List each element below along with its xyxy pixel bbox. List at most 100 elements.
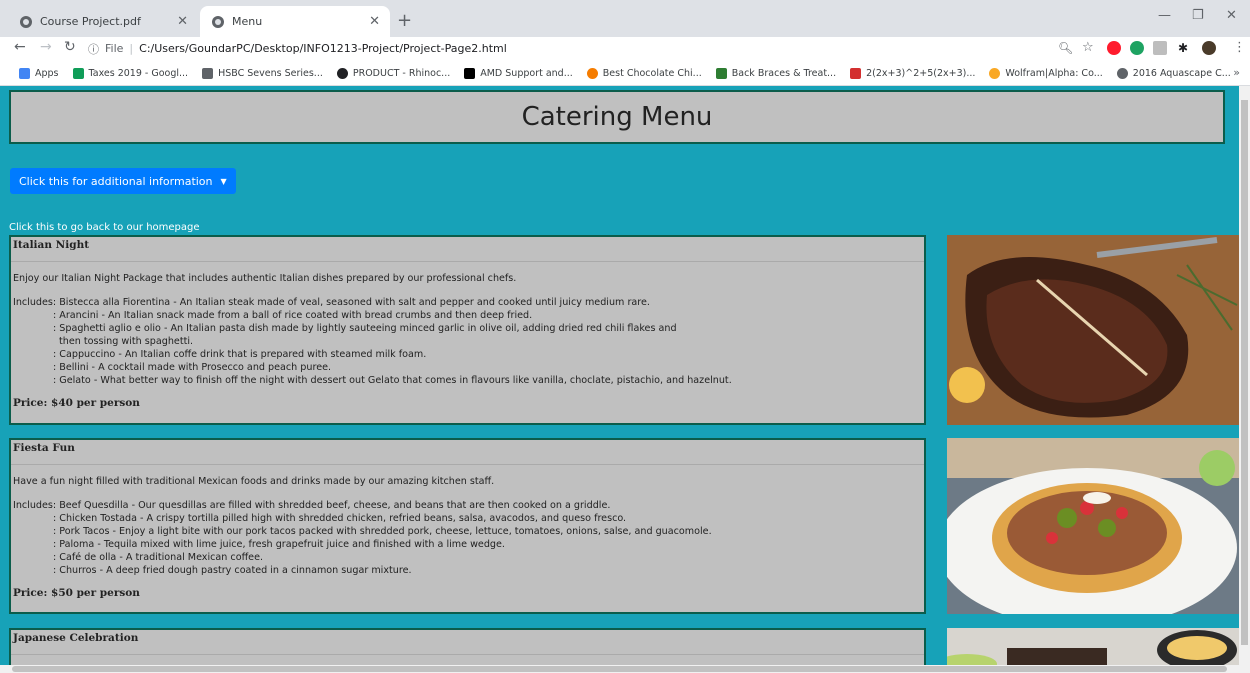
bookmark-item[interactable]: Taxes 2019 - Googl... [72,67,188,79]
globe-icon [212,15,224,28]
cookie-icon [586,67,598,79]
symbolab-icon [850,67,862,79]
menu-card-description: Have a fun night filled with traditional… [13,476,495,487]
grilled-steak-illustration [947,235,1239,425]
star-icon[interactable]: ☆ [1082,40,1094,55]
includes-line: : Churros - A deep fried dough pastry co… [53,565,412,576]
scrollbar-thumb[interactable] [1241,100,1248,645]
bookmark-label: HSBC Sevens Series... [218,67,323,79]
address-bar[interactable]: ⓘ File | C:/Users/GoundarPC/Desktop/INFO… [88,38,1098,59]
tostada-image [947,438,1239,614]
menu-card-japanese-celebration: Japanese Celebration [9,628,926,665]
includes-line: then tossing with spaghetti. [59,336,194,347]
opera-extension-icon[interactable] [1107,41,1121,55]
reload-icon[interactable]: ↻ [64,39,76,55]
scrollbar-thumb[interactable] [12,666,1227,672]
includes-line: : Paloma - Tequila mixed with lime juice… [53,539,505,550]
menu-card-price: Price: $40 per person [13,397,140,409]
info-icon[interactable]: ⓘ [88,41,99,57]
bookmark-label: 2016 Aquascape C... [1132,67,1231,79]
menu-card-includes: Includes: Beef Quesdilla - Our quesdilla… [11,487,924,577]
check-extension-icon[interactable] [1130,41,1144,55]
grilled-steak-image [947,235,1239,425]
bookmark-label: 2(2x+3)^2+5(2x+3)... [866,67,976,79]
bookmark-label: Wolfram|Alpha: Co... [1005,67,1103,79]
bookmark-label: Apps [35,67,59,79]
menu-card-fiesta-fun: Fiesta Fun Have a fun night filled with … [9,438,926,614]
spine-icon [715,67,727,79]
includes-line: : Arancini - An Italian snack made from … [53,310,533,321]
forward-icon[interactable]: → [40,39,52,55]
includes-line: : Pork Tacos - Enjoy a light bite with o… [53,526,712,537]
zoom-icon[interactable]: 🔍︎ [1058,41,1073,55]
includes-line: : Chicken Tostada - A crispy tortilla pi… [53,513,627,524]
tostada-illustration [947,438,1239,614]
japanese-dish-illustration [947,628,1239,665]
tab-course-project[interactable]: Course Project.pdf ✕ [8,6,198,37]
includes-line: : Bellini - A cocktail made with Prosecc… [53,362,332,373]
extension-icon[interactable] [1153,41,1167,55]
globe-icon [1116,67,1128,79]
homepage-link[interactable]: Click this to go back to our homepage [9,222,200,233]
menu-card-includes: Includes: Bistecca alla Fiorentina - An … [11,284,924,387]
tab-strip: Course Project.pdf ✕ Menu ✕ + — ❐ ✕ [0,0,1250,37]
bookmark-apps[interactable]: Apps [19,67,59,79]
bookmark-label: Back Braces & Treat... [731,67,837,79]
bookmarks-bar: Apps Taxes 2019 - Googl... HSBC Sevens S… [0,61,1250,86]
tab-title: Menu [232,15,263,28]
bookmark-label: Best Chocolate Chi... [602,67,702,79]
menu-card-italian-night: Italian Night Enjoy our Italian Night Pa… [9,235,926,425]
avatar[interactable] [1202,41,1216,55]
browser-toolbar: ← → ↻ ⓘ File | C:/Users/GoundarPC/Deskto… [0,37,1250,61]
bookmark-label: PRODUCT - Rhinoc... [352,67,451,79]
bookmark-label: AMD Support and... [480,67,573,79]
restore-icon[interactable]: ❐ [1192,8,1204,23]
bookmark-item[interactable]: Best Chocolate Chi... [586,67,702,79]
page-header: Catering Menu [9,90,1225,144]
includes-line: : Gelato - What better way to finish off… [53,375,732,386]
bookmark-item[interactable]: HSBC Sevens Series... [202,67,323,79]
vertical-scrollbar[interactable] [1239,86,1250,665]
menu-card-description: Enjoy our Italian Night Package that inc… [13,273,517,284]
chevron-more-icon[interactable]: » [1233,66,1240,79]
bookmark-item[interactable]: 2(2x+3)^2+5(2x+3)... [850,67,976,79]
new-tab-icon[interactable]: + [397,10,412,31]
menu-dots-icon[interactable]: ⋮ [1233,40,1246,55]
bookmark-item[interactable]: PRODUCT - Rhinoc... [336,67,451,79]
wolfram-icon [989,67,1001,79]
menu-card-title: Japanese Celebration [11,630,924,655]
menu-card-title: Italian Night [11,237,924,262]
back-icon[interactable]: ← [14,39,26,55]
includes-line: : Cappuccino - An Italian coffe drink th… [53,349,427,360]
hsbc-icon [202,67,214,79]
page-viewport: Catering Menu Click this for additional … [0,86,1239,665]
bookmark-item[interactable]: 2016 Aquascape C... [1116,67,1231,79]
additional-info-dropdown-button[interactable]: Click this for additional information ▼ [10,168,236,194]
puzzle-icon[interactable]: ✱ [1178,41,1188,55]
minimize-icon[interactable]: — [1158,8,1171,23]
sheets-icon [72,67,84,79]
amd-icon [464,67,476,79]
tab-menu[interactable]: Menu ✕ [200,6,390,37]
rhino-icon [336,67,348,79]
bookmark-item[interactable]: AMD Support and... [464,67,573,79]
globe-icon [20,15,32,28]
bookmark-item[interactable]: Wolfram|Alpha: Co... [989,67,1103,79]
japanese-dish-image [947,628,1239,665]
apps-grid-icon [19,67,30,79]
horizontal-scrollbar[interactable] [0,665,1250,673]
close-icon[interactable]: ✕ [177,14,188,29]
close-icon[interactable]: ✕ [369,14,380,29]
includes-line: : Spaghetti aglio e olio - An Italian pa… [53,323,677,334]
page-title: Catering Menu [521,102,713,132]
caret-down-icon: ▼ [220,176,227,186]
bookmark-item[interactable]: Back Braces & Treat... [715,67,837,79]
menu-card-title: Fiesta Fun [11,440,924,465]
window-close-icon[interactable]: ✕ [1226,8,1237,23]
includes-line: Includes: Beef Quesdilla - Our quesdilla… [13,500,611,511]
url-text: C:/Users/GoundarPC/Desktop/INFO1213-Proj… [139,42,507,55]
menu-card-price: Price: $50 per person [13,587,140,599]
divider: | [129,42,134,55]
dropdown-label: Click this for additional information [19,174,213,188]
includes-line: : Café de olla - A traditional Mexican c… [53,552,264,563]
